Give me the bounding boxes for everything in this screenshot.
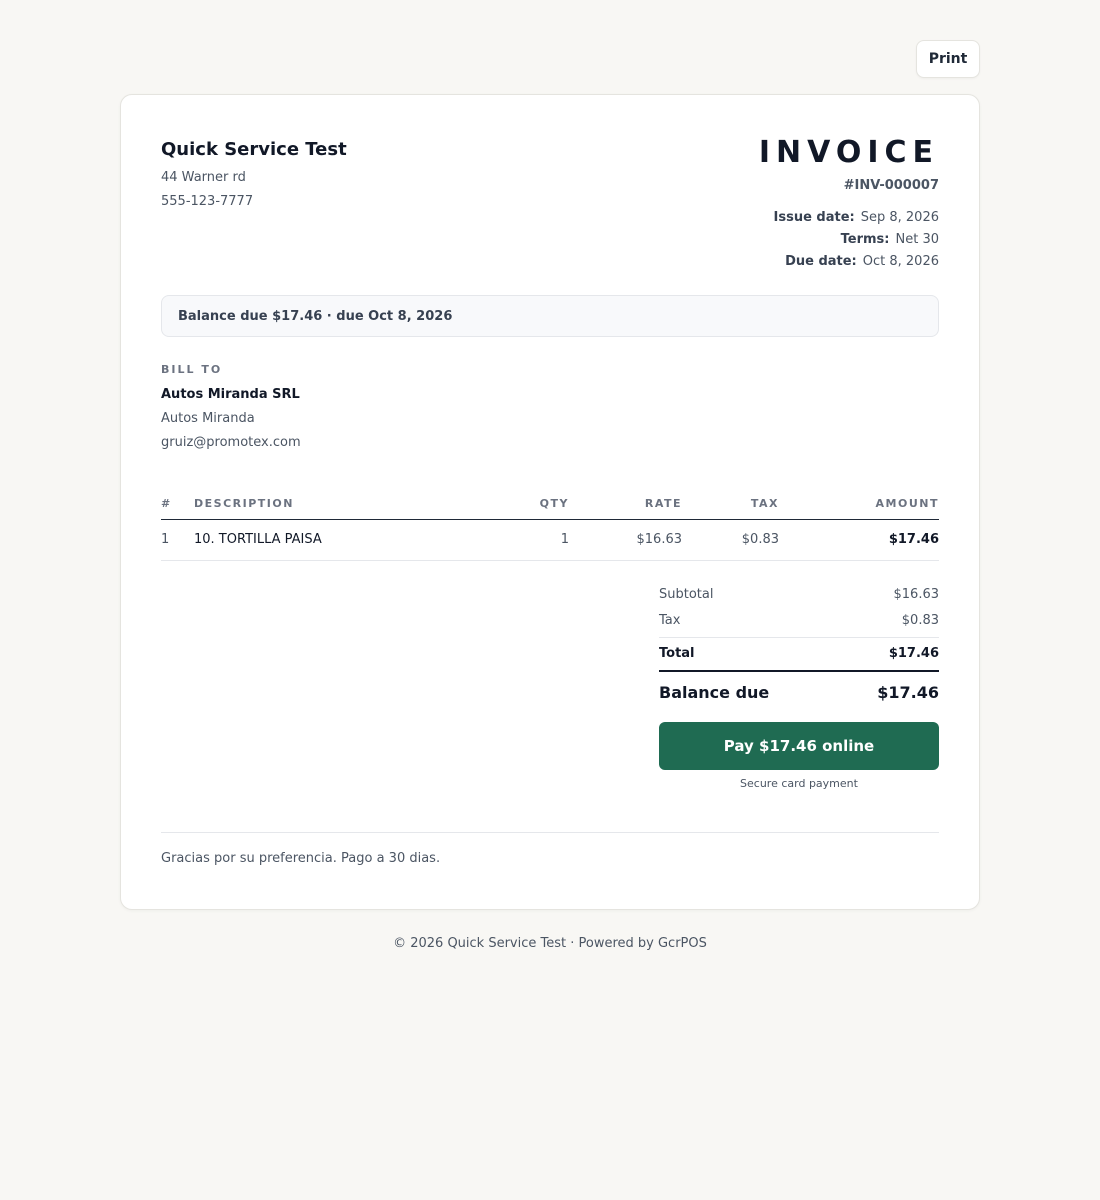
copyright-footer: © 2026 Quick Service Test · Powered by G… — [393, 936, 707, 951]
column-header-description: DESCRIPTION — [194, 497, 294, 510]
bill-to-contact: Autos Miranda — [161, 411, 255, 426]
bill-to-email: gruiz@promotex.com — [161, 435, 301, 450]
issue-date-row: Issue date: Sep 8, 2026 — [774, 210, 939, 225]
issue-date-label: Issue date: — [773, 210, 855, 225]
balance-due-banner: Balance due $17.46 · due Oct 8, 2026 — [161, 295, 939, 337]
totals-divider — [659, 637, 939, 638]
subtotal-label: Subtotal — [659, 587, 714, 602]
print-button[interactable]: Print — [916, 40, 980, 78]
due-date-value: Oct 8, 2026 — [862, 254, 939, 269]
footer-divider — [161, 832, 939, 833]
row-amount: $17.46 — [888, 532, 939, 547]
balance-divider — [659, 670, 939, 672]
balance-due-banner-text: Balance due $17.46 · due Oct 8, 2026 — [178, 308, 453, 324]
due-date-row: Due date: Oct 8, 2026 — [785, 254, 939, 269]
tax-label: Tax — [659, 613, 681, 628]
bill-to-label: BILL TO — [161, 363, 223, 376]
subtotal-row: Subtotal $16.63 — [659, 587, 939, 602]
total-label: Total — [659, 646, 695, 661]
invoice-number: #INV-000007 — [843, 178, 939, 193]
row-tax: $0.83 — [741, 532, 779, 547]
business-phone: 555-123-7777 — [161, 194, 254, 209]
balance-due-row: Balance due $17.46 — [659, 683, 939, 702]
total-value: $17.46 — [888, 646, 939, 661]
secure-payment-note: Secure card payment — [740, 777, 858, 790]
column-header-tax: TAX — [750, 497, 779, 510]
tax-value: $0.83 — [901, 613, 939, 628]
column-header-number: # — [161, 497, 172, 510]
table-header-divider — [161, 519, 939, 520]
terms-value: Net 30 — [895, 232, 940, 247]
invoice-card: Quick Service Test 44 Warner rd 555-123-… — [120, 94, 980, 910]
balance-due-label: Balance due — [659, 683, 770, 702]
bill-to-company: Autos Miranda SRL — [161, 387, 300, 402]
column-header-rate: RATE — [644, 497, 682, 510]
terms-label: Terms: — [840, 232, 890, 247]
row-number: 1 — [161, 532, 170, 547]
total-row: Total $17.46 — [659, 646, 939, 661]
terms-row: Terms: Net 30 — [841, 232, 939, 247]
column-header-qty: QTY — [539, 497, 569, 510]
tax-row: Tax $0.83 — [659, 613, 939, 628]
invoice-title: INVOICE — [758, 135, 939, 170]
table-row-divider — [161, 560, 939, 561]
invoice-note: Gracias por su preferencia. Pago a 30 di… — [161, 851, 441, 866]
subtotal-value: $16.63 — [893, 587, 940, 602]
row-qty: 1 — [560, 532, 569, 547]
pay-online-button[interactable]: Pay $17.46 online — [659, 722, 939, 770]
balance-due-value: $17.46 — [877, 683, 939, 702]
column-header-amount: AMOUNT — [875, 497, 939, 510]
issue-date-value: Sep 8, 2026 — [860, 210, 939, 225]
business-name: Quick Service Test — [161, 139, 347, 160]
row-rate: $16.63 — [636, 532, 683, 547]
business-address: 44 Warner rd — [161, 170, 246, 185]
row-description: 10. TORTILLA PAISA — [194, 532, 322, 547]
due-date-label: Due date: — [785, 254, 857, 269]
